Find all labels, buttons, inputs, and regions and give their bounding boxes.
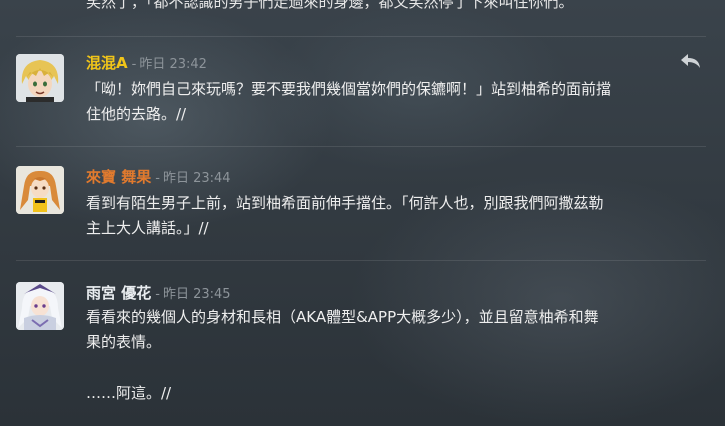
message-line: 看看來的幾個人的身材和長相（AKA體型&APP大概多少），並且留意柚希和舞 [86,308,599,326]
username[interactable]: 混混A [86,52,128,73]
chat-log: 笑然了，「都不認識的男子們走過來的身邊，都又笑然停了下來叫住你們。 混混A - … [0,0,725,426]
message-line: 看到有陌生男子上前，站到柚希面前伸手擋住。「何許人也，別跟我們阿撒茲勒 [86,194,604,212]
message-header: 混混A - 昨日 23:42 [86,52,207,74]
avatar[interactable] [16,166,64,214]
reply-icon[interactable] [679,52,703,72]
message-content: 看看來的幾個人的身材和長相（AKA體型&APP大概多少），並且留意柚希和舞 果的… [86,305,711,406]
divider [16,146,706,147]
message-line: 「呦！妳們自己來玩嗎？要不要我們幾個當妳們的保鑣啊！」站到柚希的面前擋 [86,80,612,98]
chat-message: 混混A - 昨日 23:42 「呦！妳們自己來玩嗎？要不要我們幾個當妳們的保鑣啊… [0,52,725,152]
separator: - [155,171,160,186]
divider [16,260,706,261]
chat-message: 雨宮 優花 - 昨日 23:45 看看來的幾個人的身材和長相（AKA體型&APP… [0,282,725,426]
previous-message-text: 笑然了，「都不認識的男子們走過來的身邊，都又笑然停了下來叫住你們。 [86,0,574,11]
username[interactable]: 來寶 舞果 [86,166,151,187]
avatar[interactable] [16,282,64,330]
message-header: 雨宮 優花 - 昨日 23:45 [86,282,231,304]
message-line: 主上大人講話。」// [86,219,209,237]
anime-avatar-white-icon [16,282,64,330]
anime-avatar-blonde-icon [16,54,64,102]
message-line: 果的表情。 [86,333,162,351]
separator: - [131,57,137,72]
message-content: 看到有陌生男子上前，站到柚希面前伸手擋住。「何許人也，別跟我們阿撒茲勒 主上大人… [86,191,711,241]
timestamp: 昨日 23:42 [139,57,207,72]
message-header: 來寶 舞果 - 昨日 23:44 [86,166,231,188]
timestamp: 昨日 23:44 [162,171,231,186]
username[interactable]: 雨宮 優花 [86,282,151,303]
divider [16,36,706,37]
message-line: ……阿這。// [86,384,172,402]
separator: - [155,287,160,302]
chat-message: 來寶 舞果 - 昨日 23:44 看到有陌生男子上前，站到柚希面前伸手擋住。「何… [0,166,725,266]
message-line: 住他的去路。// [86,105,187,123]
timestamp: 昨日 23:45 [162,287,231,302]
anime-avatar-orange-icon [16,166,64,214]
message-content: 「呦！妳們自己來玩嗎？要不要我們幾個當妳們的保鑣啊！」站到柚希的面前擋 住他的去… [86,77,711,127]
avatar[interactable] [16,54,64,102]
